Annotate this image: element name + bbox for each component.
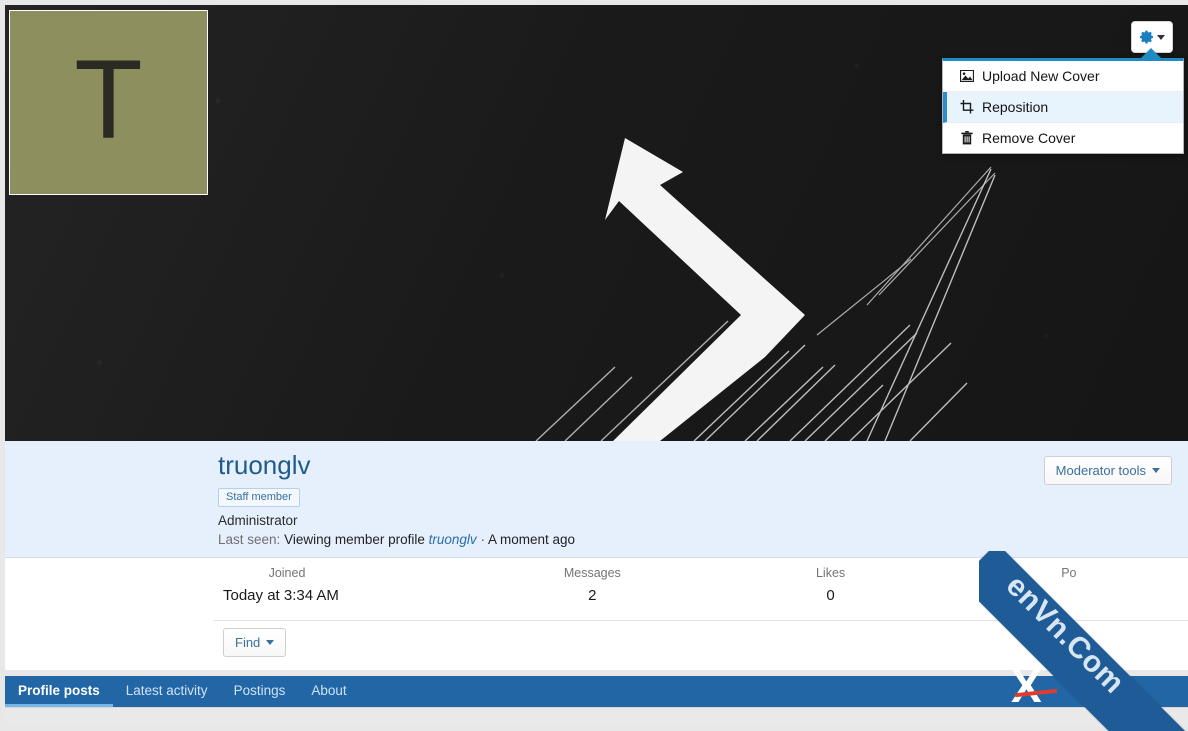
- moderator-tools-label: Moderator tools: [1055, 463, 1146, 478]
- tab-latest-activity[interactable]: Latest activity: [113, 676, 221, 707]
- menu-pointer-arrow: [1141, 48, 1161, 58]
- stat-messages: Messages 2: [473, 558, 711, 620]
- tab-about[interactable]: About: [298, 676, 359, 707]
- stat-label: Po: [1061, 566, 1077, 580]
- page-title[interactable]: truonglv: [218, 451, 1178, 480]
- stat-joined: Joined Today at 3:34 AM: [213, 558, 473, 620]
- profile-stats-section: Joined Today at 3:34 AM Messages 2 Likes…: [5, 558, 1188, 670]
- profile-page: Upload New Cover Reposition Remove Cover…: [0, 0, 1188, 731]
- chevron-down-icon: [1152, 468, 1160, 473]
- menu-item-label: Remove Cover: [982, 130, 1076, 146]
- menu-item-label: Upload New Cover: [982, 68, 1100, 84]
- status-badge: Staff member: [218, 487, 300, 507]
- last-seen-target-user[interactable]: truonglv: [429, 532, 477, 547]
- stat-label: Messages: [563, 566, 621, 580]
- page-bottom-strip: [5, 707, 1188, 725]
- menu-item-label: Reposition: [982, 99, 1049, 115]
- avatar[interactable]: T: [9, 10, 208, 195]
- cover-options-menu[interactable]: Upload New Cover Reposition Remove Cover: [942, 48, 1184, 154]
- menu-item-upload-new-cover[interactable]: Upload New Cover: [943, 61, 1183, 92]
- stat-value: 2: [588, 587, 597, 604]
- tab-postings[interactable]: Postings: [221, 676, 299, 707]
- tab-profile-posts[interactable]: Profile posts: [5, 676, 113, 707]
- last-seen-time: A moment ago: [487, 531, 576, 547]
- last-seen-line: Last seen: Viewing member profile truong…: [218, 532, 1178, 547]
- stat-value: 0: [826, 587, 835, 604]
- last-seen-activity: Viewing member profile: [284, 531, 425, 547]
- profile-info-panel: truonglv Staff member Administrator Last…: [5, 441, 1188, 558]
- gear-icon: [1140, 30, 1153, 43]
- find-bar: Find: [213, 620, 1188, 669]
- stat-label: Joined: [268, 566, 306, 580]
- stat-label: Likes: [815, 566, 846, 580]
- menu-item-remove-cover[interactable]: Remove Cover: [943, 123, 1183, 153]
- user-title: Administrator: [218, 512, 298, 528]
- moderator-tools-button[interactable]: Moderator tools: [1043, 456, 1172, 485]
- chevron-down-icon: [1157, 34, 1165, 40]
- chevron-down-icon: [266, 640, 275, 645]
- stat-points: Po: [950, 558, 1188, 620]
- last-seen-label: Last seen:: [218, 531, 281, 547]
- image-icon: [959, 70, 974, 82]
- stats-row: Joined Today at 3:34 AM Messages 2 Likes…: [213, 558, 1188, 621]
- stat-likes: Likes 0: [711, 558, 949, 620]
- trash-icon: [959, 131, 974, 145]
- stat-value: Today at 3:34 AM: [223, 587, 339, 604]
- profile-identity: truonglv Staff member Administrator Last…: [218, 451, 1178, 547]
- find-button-label: Find: [235, 635, 261, 650]
- profile-tabs: Profile posts Latest activity Postings A…: [5, 676, 1188, 707]
- crop-icon: [959, 100, 974, 114]
- find-button[interactable]: Find: [223, 628, 287, 657]
- avatar-letter: T: [74, 36, 143, 162]
- menu-item-reposition[interactable]: Reposition: [943, 92, 1183, 123]
- separator-dot: ·: [480, 531, 485, 547]
